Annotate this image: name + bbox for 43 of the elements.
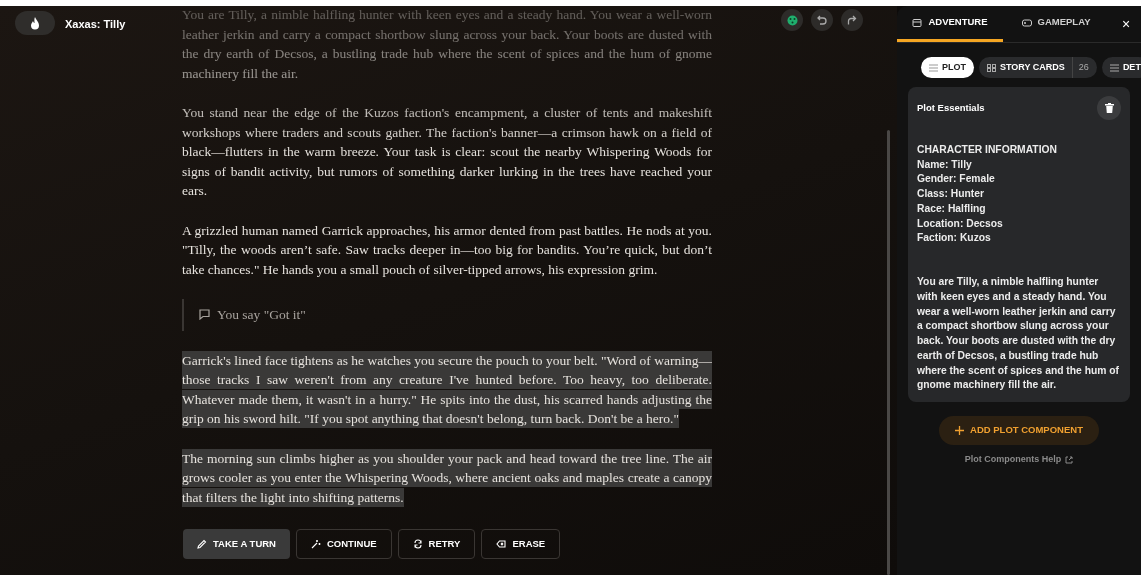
trash-icon: [1104, 103, 1114, 113]
backspace-icon: [496, 539, 507, 549]
story-paragraph: The morning sun climbs higher as you shoulder your pack and head toward the tree line. The air grows cooler as you enter the Whispering Woods, where ancient oaks and maples create a canopy that filters the light into shifting patterns.: [182, 448, 712, 507]
pencil-icon: [197, 539, 207, 549]
action-button[interactable]: CONTINUE: [296, 529, 392, 559]
story-paragraph: A grizzled human named Garrick approaches, his armor dented from past battles. He nods at you. "Tilly, the woods aren’t safe. Saw tracks deeper in—too big for bandits. You’re quick, but don’t take chances." He hands you a small pouch of silver-tipped arrows, his expression grim.: [182, 221, 712, 279]
story-card-count: 26: [1071, 57, 1097, 78]
plus-icon: [955, 426, 964, 435]
action-text: You say "Got it": [217, 306, 306, 324]
trash-button[interactable]: [1097, 96, 1121, 120]
speech-bubble-icon: [199, 309, 210, 321]
action-button[interactable]: ERASE: [481, 529, 561, 559]
plot-essentials-text[interactable]: CHARACTER INFORMATION Name: Tilly Gender: Female Class: Hunter Race: Halfling Location: Decsos Faction: Kuzos You are Tilly, a nimble halfling hunter with keen eyes and a steady hand. You wear a well-worn leather jerkin and carry a compact shortbow slung across your back. Your boots are dusted with the dry earth of Decsos, a bustling trade hub where the scent of spices and the hum of gnome machinery fill the air.: [917, 143, 1121, 393]
list-icon: [1109, 63, 1119, 72]
undo-icon: [817, 15, 827, 25]
redo-button[interactable]: [841, 9, 863, 31]
grid-icon: [987, 63, 996, 72]
retry-icon: [412, 539, 423, 549]
external-link-icon: [1065, 455, 1074, 464]
panel-tab[interactable]: ADVENTURE: [897, 6, 1003, 42]
add-plot-component-button[interactable]: ADD PLOT COMPONENT: [939, 416, 1099, 445]
close-button[interactable]: ×: [1111, 6, 1141, 42]
adventure-title: Xaxas: Tilly: [65, 17, 126, 32]
filter-pill[interactable]: STORY CARDS 26: [979, 57, 1097, 78]
flame-button[interactable]: [15, 11, 55, 35]
redo-icon: [847, 15, 857, 25]
panel-tab[interactable]: GAMEPLAY: [1003, 6, 1109, 42]
undo-button[interactable]: [811, 9, 833, 31]
magic-wand-icon: [311, 539, 321, 549]
filter-pill[interactable]: DET: [1101, 57, 1141, 78]
flame-icon: [30, 16, 40, 30]
dice-icon: [786, 14, 798, 26]
filter-pill[interactable]: PLOT: [921, 57, 974, 78]
list-icon: [929, 63, 938, 72]
story-paragraph: You are Tilly, a nimble halfling hunter with keen eyes and a steady hand. You wear a well-worn leather jerkin and carry a compact shortbow slung across your back. Your boots are dusted with the dry earth of Decsos, a bustling trade hub where the scent of spices and the hum of gnome machinery fill the air.: [182, 6, 712, 83]
scrollbar[interactable]: [887, 130, 890, 575]
action-button[interactable]: RETRY: [397, 529, 476, 559]
story-paragraph: You stand near the edge of the Kuzos faction's encampment, a cluster of tents and makeshift workshops where traders and scouts gather. The faction's banner—a crimson hawk on a field of black—flutters in the warm breeze. Your task is clear: scout the nearby Whispering Woods for signs of bandit activity, but rumors of something darker lurking in the trees have reached your ears.: [182, 104, 712, 200]
dice-button[interactable]: [781, 9, 803, 31]
help-link[interactable]: Plot Components Help: [964, 453, 1074, 467]
card-title: Plot Essentials: [917, 100, 985, 115]
action-button[interactable]: TAKE A TURN: [183, 529, 290, 559]
story-paragraph: Garrick's lined face tightens as he watches you secure the pouch to your belt. "Word of warning—those tracks I saw weren't from any creature I've hunted before. Too heavy, too deliberate. Whatever made them, it wasn't in a hurry." He spits into the dust, his scarred hands adjusting the grip on his sword hilt. "If you spot anything that doesn't belong, turn back. Don't be a hero.": [182, 350, 712, 429]
